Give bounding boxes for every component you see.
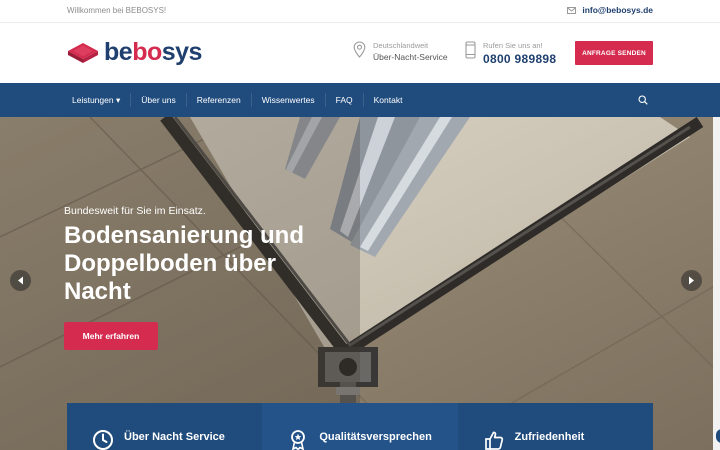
feature-title: Über Nacht Service bbox=[124, 431, 225, 443]
floating-action-button[interactable] bbox=[716, 429, 720, 443]
chevron-left-icon bbox=[18, 276, 23, 285]
phone-icon bbox=[465, 41, 476, 59]
logo-text-prefix: be bbox=[104, 38, 133, 66]
location-label: Deutschlandweit bbox=[373, 41, 429, 50]
nav-item-wissenwertes[interactable]: Wissenwertes bbox=[250, 93, 325, 107]
top-bar: Willkommen bei BEBOSYS! info@bebosys.de bbox=[0, 0, 720, 23]
hero-headline: Bodensanierung und Doppelboden über Nach… bbox=[64, 222, 304, 305]
nav-item-ueber-uns[interactable]: Über uns bbox=[130, 93, 186, 107]
feature-boxes: Über Nacht Service Qualitätsversprechen … bbox=[67, 403, 653, 450]
email-link[interactable]: info@bebosys.de bbox=[567, 5, 653, 15]
location-value: Über-Nacht-Service bbox=[373, 52, 448, 62]
nav-item-faq[interactable]: FAQ bbox=[324, 93, 363, 107]
logo-mark-icon bbox=[68, 42, 98, 63]
logo-text-mid: bo bbox=[132, 38, 162, 66]
phone-info: Rufen Sie uns an! 0800 989898 bbox=[465, 41, 556, 66]
slider-prev-button[interactable] bbox=[10, 270, 31, 291]
slider-next-button[interactable] bbox=[681, 270, 702, 291]
hero-tagline: Bundesweit für Sie im Einsatz. bbox=[64, 205, 206, 217]
feature-title: Qualitätsversprechen bbox=[319, 431, 432, 443]
logo[interactable]: bebosys bbox=[67, 38, 202, 67]
phone-label: Rufen Sie uns an! bbox=[483, 41, 543, 50]
location-info: Deutschlandweit Über-Nacht-Service bbox=[353, 41, 448, 63]
main-nav: Leistungen ▾ Über uns Referenzen Wissenw… bbox=[0, 83, 720, 117]
request-button[interactable]: ANFRAGE SENDEN bbox=[575, 41, 653, 65]
nav-item-kontakt[interactable]: Kontakt bbox=[362, 93, 413, 107]
nav-item-referenzen[interactable]: Referenzen bbox=[185, 93, 251, 107]
page-scrollbar[interactable] bbox=[713, 117, 720, 450]
thumbs-up-icon bbox=[484, 431, 503, 450]
site-header: bebosys Deutschlandweit Über-Nacht-Servi… bbox=[0, 23, 720, 83]
mail-icon bbox=[567, 6, 577, 14]
search-icon[interactable] bbox=[638, 95, 648, 105]
location-pin-icon bbox=[353, 41, 366, 58]
feature-title: Zufriedenheit bbox=[514, 431, 585, 443]
more-info-button[interactable]: Mehr erfahren bbox=[64, 322, 158, 350]
chevron-right-icon bbox=[689, 276, 694, 285]
nav-item-leistungen[interactable]: Leistungen ▾ bbox=[62, 93, 130, 107]
award-icon bbox=[291, 430, 306, 450]
clock-icon bbox=[93, 430, 113, 450]
feature-box-satisfaction[interactable]: Zufriedenheit bbox=[457, 403, 653, 450]
welcome-text: Willkommen bei BEBOSYS! bbox=[67, 6, 167, 15]
feature-box-overnight[interactable]: Über Nacht Service bbox=[67, 403, 263, 450]
logo-text-suffix: sys bbox=[161, 38, 203, 66]
email-text: info@bebosys.de bbox=[582, 5, 653, 15]
hero-slider: Bundesweit für Sie im Einsatz. Bodensani… bbox=[0, 117, 713, 450]
phone-number[interactable]: 0800 989898 bbox=[483, 52, 556, 66]
feature-box-quality[interactable]: Qualitätsversprechen bbox=[262, 403, 458, 450]
